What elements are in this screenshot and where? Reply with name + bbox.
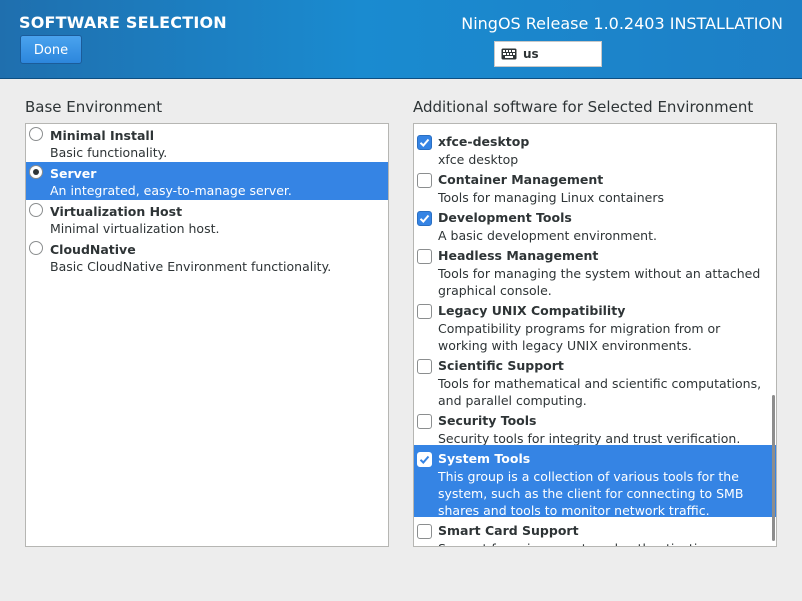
- env-item-desc: Basic functionality.: [50, 145, 168, 160]
- env-item-server[interactable]: Server An integrated, easy-to-manage ser…: [26, 162, 388, 200]
- product-title: NingOS Release 1.0.2403 INSTALLATION: [461, 14, 783, 33]
- addon-item-security-tools[interactable]: Security Tools Security tools for integr…: [414, 407, 776, 447]
- radio-button[interactable]: [29, 203, 43, 217]
- additional-software-heading: Additional software for Selected Environ…: [413, 98, 754, 116]
- checkbox[interactable]: [417, 524, 432, 539]
- keyboard-icon: [501, 48, 517, 60]
- addon-item-desc: This group is a collection of various to…: [438, 469, 744, 518]
- env-item-name: Server: [50, 166, 97, 181]
- addon-item-name: Scientific Support: [438, 358, 564, 373]
- addon-item-system-tools[interactable]: System Tools This group is a collection …: [414, 445, 776, 518]
- radio-button[interactable]: [29, 127, 43, 141]
- addon-item-desc: Support for using smart card authenticat…: [438, 539, 776, 546]
- addon-item-name: Headless Management: [438, 248, 599, 263]
- env-item-desc: Basic CloudNative Environment functional…: [50, 259, 332, 274]
- addon-item-desc: Tools for managing the system without an…: [438, 266, 761, 298]
- addon-item-desc: Compatibility programs for migration fro…: [438, 321, 721, 353]
- addon-item-name: Container Management: [438, 172, 604, 187]
- addon-item-name: Development Tools: [438, 210, 572, 225]
- keyboard-layout-indicator[interactable]: us: [494, 41, 602, 67]
- checkbox[interactable]: [417, 304, 432, 319]
- env-item-cloudnative[interactable]: CloudNative Basic CloudNative Environmen…: [26, 238, 388, 276]
- addon-item-container-management[interactable]: Container Management Tools for managing …: [414, 166, 776, 206]
- page-title: SOFTWARE SELECTION: [19, 13, 227, 32]
- addon-item-smart-card-support[interactable]: Smart Card Support Support for using sma…: [414, 517, 776, 546]
- addon-item-legacy-unix-compatibility[interactable]: Legacy UNIX Compatibility Compatibility …: [414, 297, 776, 354]
- addon-item-name: System Tools: [438, 451, 531, 466]
- checkbox[interactable]: [417, 211, 432, 226]
- checkbox[interactable]: [417, 135, 432, 150]
- radio-button[interactable]: [29, 165, 43, 179]
- addon-item-name: Legacy UNIX Compatibility: [438, 303, 626, 318]
- scrollbar-thumb[interactable]: [772, 395, 775, 541]
- checkbox[interactable]: [417, 414, 432, 429]
- base-environment-heading: Base Environment: [25, 98, 163, 116]
- keyboard-layout-label: us: [523, 47, 539, 61]
- radio-button[interactable]: [29, 241, 43, 255]
- addon-item-xfce-desktop[interactable]: xfce-desktop xfce desktop: [414, 128, 776, 168]
- addon-item-name: Smart Card Support: [438, 523, 579, 538]
- addon-item-name: Security Tools: [438, 413, 537, 428]
- env-item-desc: An integrated, easy-to-manage server.: [50, 183, 292, 198]
- env-item-name: Virtualization Host: [50, 204, 183, 219]
- env-item-name: Minimal Install: [50, 128, 154, 143]
- header-bar: SOFTWARE SELECTION Done NingOS Release 1…: [0, 0, 802, 79]
- checkbox[interactable]: [417, 173, 432, 188]
- base-environment-list: Minimal Install Basic functionality. Ser…: [25, 123, 389, 547]
- env-item-minimal-install[interactable]: Minimal Install Basic functionality.: [26, 124, 388, 162]
- env-item-virtualization-host[interactable]: Virtualization Host Minimal virtualizati…: [26, 200, 388, 238]
- checkbox[interactable]: [417, 452, 432, 467]
- addon-item-headless-management[interactable]: Headless Management Tools for managing t…: [414, 242, 776, 299]
- addon-item-scientific-support[interactable]: Scientific Support Tools for mathematica…: [414, 352, 776, 409]
- addon-item-name: xfce-desktop: [438, 134, 530, 149]
- env-item-desc: Minimal virtualization host.: [50, 221, 220, 236]
- checkbox[interactable]: [417, 359, 432, 374]
- additional-software-list: xfce-desktop xfce desktop Container Mana…: [413, 123, 777, 547]
- checkmark-icon: [419, 455, 430, 464]
- addon-item-desc: Tools for mathematical and scientific co…: [438, 376, 762, 408]
- checkmark-icon: [419, 214, 430, 223]
- checkmark-icon: [419, 138, 430, 147]
- done-button[interactable]: Done: [20, 35, 82, 64]
- env-item-name: CloudNative: [50, 242, 136, 257]
- addon-item-development-tools[interactable]: Development Tools A basic development en…: [414, 204, 776, 244]
- checkbox[interactable]: [417, 249, 432, 264]
